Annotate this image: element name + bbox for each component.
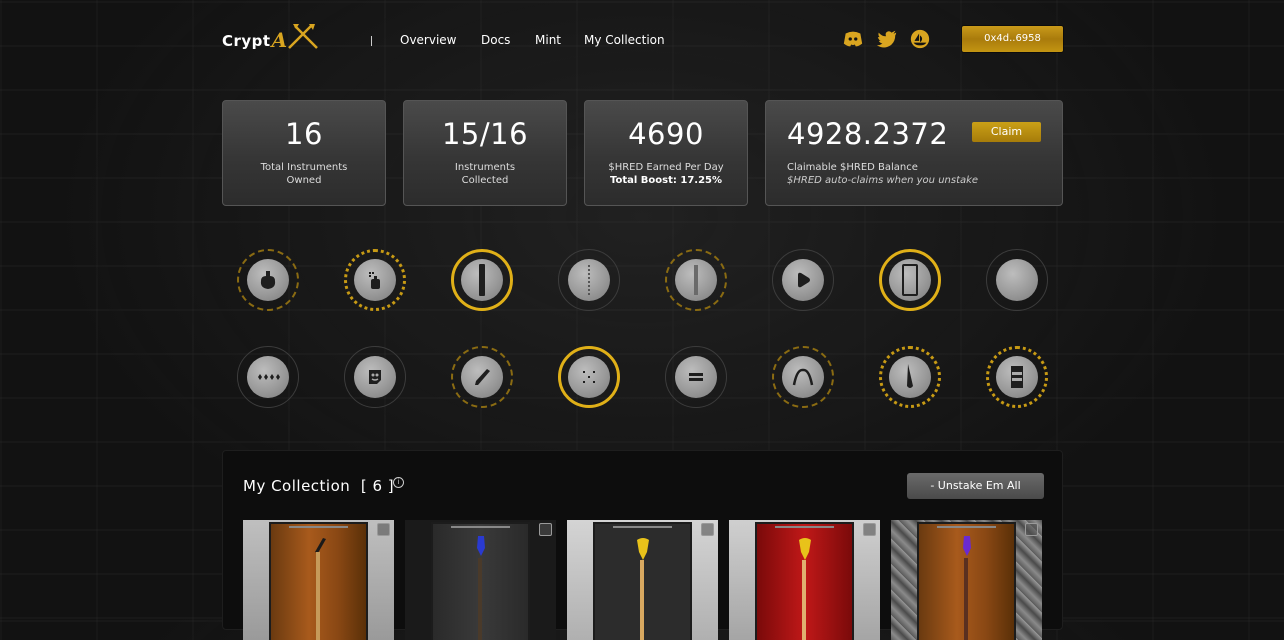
opensea-icon[interactable] <box>909 28 931 50</box>
nav-docs[interactable]: Docs <box>481 33 510 47</box>
headstock-icon <box>637 538 649 560</box>
tile-bar <box>775 526 834 528</box>
instrument-slot[interactable] <box>344 249 406 311</box>
instrument-slot[interactable] <box>451 249 513 311</box>
headstock-icon <box>315 538 326 553</box>
pickguard-icon <box>902 264 918 296</box>
collection-tile[interactable] <box>243 520 394 640</box>
collection-panel: My Collection [ 6 ] i - Unstake Em All <box>222 450 1063 640</box>
guitar-neck <box>478 558 482 640</box>
guitar-body-icon <box>260 271 276 289</box>
stat-label: Total Instruments Owned <box>223 161 385 187</box>
headstock-icon <box>799 538 811 560</box>
stat-card-earned: 4690 $HRED Earned Per Day Total Boost: 1… <box>584 100 748 206</box>
select-checkbox[interactable] <box>539 523 552 536</box>
guitar-neck <box>802 560 806 640</box>
collection-tile[interactable] <box>729 520 880 640</box>
instrument-slot[interactable] <box>344 346 406 408</box>
tile-bar <box>289 526 348 528</box>
instrument-slot[interactable] <box>986 249 1048 311</box>
stat-card-owned: 16 Total Instruments Owned <box>222 100 386 206</box>
logo-text: Crypt <box>222 32 271 50</box>
cabinet-icon <box>1011 366 1023 388</box>
tile-bar <box>613 526 672 528</box>
instrument-slot[interactable] <box>986 346 1048 408</box>
logo-accent: A <box>271 28 288 52</box>
stat-value: 15/16 <box>441 117 529 151</box>
guitar-neck <box>964 558 968 640</box>
info-icon[interactable]: i <box>393 477 404 488</box>
stat-label-line2: $HRED auto-claims when you unstake <box>787 175 979 186</box>
headstock-icon <box>477 536 485 556</box>
stat-label: Claimable $HRED Balance $HRED auto-claim… <box>787 161 1062 187</box>
collection-count: [ 6 ] <box>360 477 395 495</box>
tile-bar <box>451 526 510 528</box>
stat-value: 4690 <box>628 117 704 151</box>
instrument-slot[interactable] <box>237 346 299 408</box>
stat-label-line2: Owned <box>286 175 322 186</box>
collection-title: My Collection [ 6 ] <box>243 477 394 495</box>
stat-label-line1: Total Instruments <box>260 162 348 173</box>
headstock-icon <box>963 536 971 556</box>
nav-overview[interactable]: Overview <box>400 33 457 47</box>
stat-label: $HRED Earned Per Day Total Boost: 17.25% <box>585 161 747 187</box>
instrument-slot[interactable] <box>665 346 727 408</box>
wallet-button[interactable]: 0x4d..6958 <box>962 26 1063 52</box>
nav-divider <box>371 36 372 46</box>
instrument-slot[interactable] <box>665 249 727 311</box>
knobs-icon <box>689 373 703 381</box>
instrument-slot[interactable] <box>879 249 941 311</box>
select-checkbox[interactable] <box>377 523 390 536</box>
headstock-icon <box>907 364 913 388</box>
instrument-slot[interactable] <box>772 249 834 311</box>
select-checkbox[interactable] <box>863 523 876 536</box>
tuners-icon <box>258 374 280 380</box>
instrument-slot[interactable] <box>451 346 513 408</box>
select-checkbox[interactable] <box>1025 523 1038 536</box>
instrument-slot[interactable] <box>772 346 834 408</box>
total-boost: Total Boost: 17.25% <box>609 175 723 186</box>
stat-label: Instruments Collected <box>404 161 566 187</box>
crossed-guitars-icon <box>288 24 319 49</box>
select-checkbox[interactable] <box>701 523 714 536</box>
bridge-icon <box>583 371 595 383</box>
stompbox-icon <box>369 370 381 384</box>
collection-tile[interactable] <box>891 520 1042 640</box>
unstake-all-button[interactable]: - Unstake Em All <box>907 473 1044 499</box>
neck-icon <box>588 265 590 295</box>
guitar-neck <box>640 560 644 640</box>
instrument-slot[interactable] <box>558 249 620 311</box>
collection-tile[interactable] <box>405 520 556 640</box>
instrument-slot[interactable] <box>879 346 941 408</box>
twitter-icon[interactable] <box>876 28 898 50</box>
pickup-single-icon <box>479 264 485 296</box>
logo[interactable]: Crypt A <box>222 20 321 50</box>
stat-card-claimable: 4928.2372 Claim Claimable $HRED Balance … <box>765 100 1063 206</box>
instrument-slot[interactable] <box>237 249 299 311</box>
tile-bar <box>937 526 996 528</box>
stat-label-line2: Collected <box>461 175 509 186</box>
stat-card-collected: 15/16 Instruments Collected <box>403 100 567 206</box>
stat-value: 16 <box>285 117 323 151</box>
amp-icon <box>369 272 380 289</box>
collection-title-text: My Collection <box>243 477 351 495</box>
discord-icon[interactable] <box>842 28 864 50</box>
nav-my-collection[interactable]: My Collection <box>584 33 665 47</box>
stat-label-line1: Instruments <box>454 162 516 173</box>
stat-label-line1: Claimable $HRED Balance <box>787 162 918 173</box>
nav-mint[interactable]: Mint <box>535 33 561 47</box>
strap-icon <box>792 368 814 386</box>
fretboard-icon <box>694 265 698 295</box>
pick-angle-icon <box>475 369 490 385</box>
stat-label-line1: $HRED Earned Per Day <box>608 162 724 173</box>
blank-icon <box>1005 268 1029 292</box>
guitar-neck <box>316 552 320 640</box>
collection-tile[interactable] <box>567 520 718 640</box>
instrument-slot[interactable] <box>558 346 620 408</box>
claim-button[interactable]: Claim <box>972 122 1041 142</box>
pick-icon <box>798 272 810 288</box>
